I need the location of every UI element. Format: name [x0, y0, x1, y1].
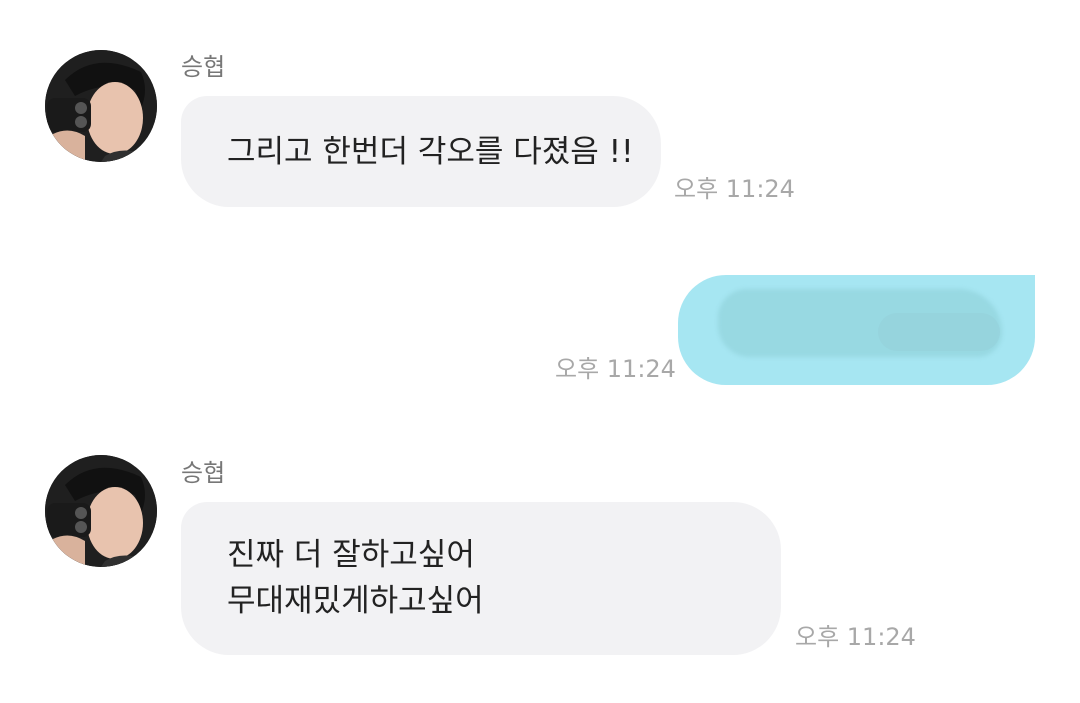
sender-avatar[interactable] — [45, 50, 157, 162]
message-text-line-2: 무대재밌게하고싶어 — [227, 583, 484, 619]
message-timestamp: 오후 11:24 — [555, 355, 676, 383]
message-timestamp: 오후 11:24 — [795, 623, 916, 651]
sender-name: 승협 — [181, 459, 226, 487]
sender-avatar[interactable] — [45, 455, 157, 567]
message-text-line-1: 진짜 더 잘하고싶어 — [227, 537, 475, 573]
message-timestamp: 오후 11:24 — [674, 175, 795, 203]
message-bubble[interactable]: 그리고 한번더 각오를 다졌음 !! — [181, 96, 661, 207]
message-bubble-sent[interactable] — [678, 275, 1035, 385]
message-bubble[interactable]: 진짜 더 잘하고싶어 무대재밌게하고싶어 — [181, 502, 781, 655]
message-text: 그리고 한번더 각오를 다졌음 !! — [227, 134, 634, 170]
sender-name: 승협 — [181, 53, 226, 81]
profile-photo-icon — [45, 455, 157, 567]
profile-photo-icon — [45, 50, 157, 162]
censored-content-detail — [878, 313, 1000, 351]
